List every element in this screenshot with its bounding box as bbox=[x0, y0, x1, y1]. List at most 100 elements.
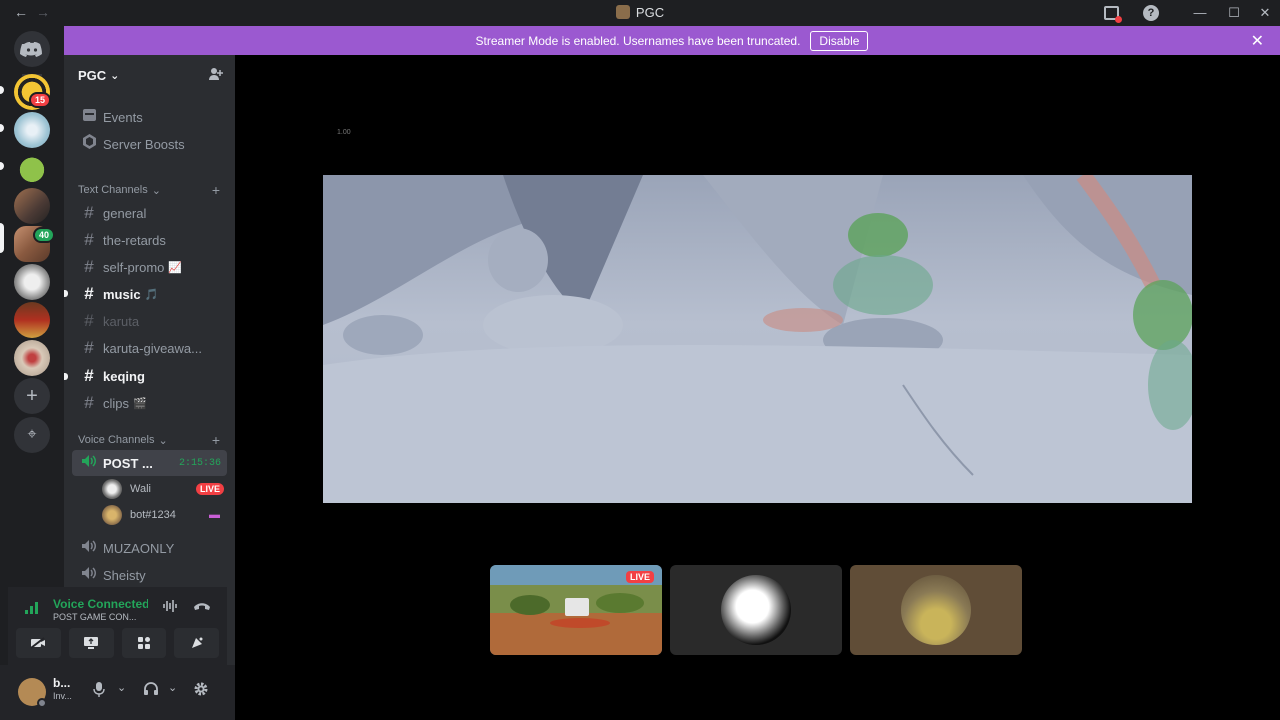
explore-icon[interactable]: ⌖ bbox=[14, 417, 50, 453]
chevron-down-icon[interactable]: ⌄ bbox=[168, 681, 177, 694]
category-label: Voice Channels bbox=[78, 434, 155, 446]
guild-icon bbox=[615, 5, 630, 19]
voice-channel-name[interactable]: POST GAME CON... bbox=[53, 612, 148, 622]
streamer-mode-banner: Streamer Mode is enabled. Usernames have… bbox=[64, 26, 1280, 55]
voice-user[interactable]: Wali LIVE bbox=[102, 477, 224, 501]
selected-pill bbox=[0, 223, 4, 253]
add-server-icon[interactable]: + bbox=[14, 378, 50, 414]
hash-icon: # bbox=[84, 257, 94, 276]
voice-channel-muzaonly[interactable]: MUZAONLY bbox=[72, 535, 227, 561]
clapper-emoji-icon: 🎬 bbox=[133, 397, 147, 410]
chevron-down-icon: ⌄ bbox=[110, 69, 120, 82]
channel-karuta[interactable]: # karuta bbox=[72, 308, 227, 334]
channel-label: karuta bbox=[103, 313, 140, 329]
user-name[interactable]: b... bbox=[53, 676, 70, 690]
live-badge: LIVE bbox=[195, 483, 224, 495]
settings-gear-icon[interactable] bbox=[193, 681, 209, 700]
headphones-icon[interactable] bbox=[143, 681, 159, 699]
channel-self-promo[interactable]: # self-promo 📈 bbox=[72, 254, 227, 280]
voice-channels-category[interactable]: Voice Channels ⌄ + bbox=[78, 431, 228, 449]
create-channel-icon[interactable]: + bbox=[212, 182, 220, 198]
soundboard-button[interactable] bbox=[174, 628, 219, 658]
disconnect-icon[interactable] bbox=[193, 599, 211, 614]
hash-icon: # bbox=[84, 230, 94, 249]
channel-label: clips bbox=[103, 395, 130, 411]
help-icon[interactable]: ? bbox=[1143, 5, 1159, 21]
invite-icon[interactable] bbox=[209, 67, 223, 84]
channel-clips[interactable]: # clips 🎬 bbox=[72, 390, 227, 416]
music-note-icon: 🎵 bbox=[144, 288, 159, 301]
hash-icon: # bbox=[84, 338, 94, 357]
unread-pill bbox=[0, 86, 4, 94]
activities-button[interactable] bbox=[121, 628, 167, 658]
game-activity-icon: ▬ bbox=[209, 509, 220, 521]
voice-channel-sheisty[interactable]: Sheisty bbox=[72, 562, 227, 588]
voice-channel-label: POST ... bbox=[103, 455, 153, 471]
server-green-icon[interactable] bbox=[14, 150, 50, 186]
back-arrow-icon[interactable]: ← bbox=[14, 4, 28, 20]
server-cat-icon[interactable] bbox=[14, 340, 50, 376]
events-label: Events bbox=[103, 109, 143, 125]
channel-general[interactable]: # general bbox=[72, 200, 227, 226]
forward-arrow-icon[interactable]: → bbox=[36, 4, 50, 20]
count-badge: 40 bbox=[33, 227, 56, 243]
create-channel-icon[interactable]: + bbox=[212, 432, 220, 448]
channel-the-retards[interactable]: # the-retards bbox=[72, 227, 227, 253]
unread-dot bbox=[64, 373, 68, 380]
voice-user[interactable]: bot#1234 ▬ bbox=[102, 503, 224, 527]
voice-status[interactable]: Voice Connected bbox=[53, 597, 148, 611]
maximize-button[interactable]: ☐ bbox=[1224, 3, 1244, 23]
speaker-icon bbox=[78, 453, 100, 473]
server-art-icon[interactable] bbox=[14, 264, 50, 300]
live-badge: LIVE bbox=[625, 571, 654, 583]
calendar-icon bbox=[78, 107, 100, 127]
server-star-icon[interactable] bbox=[14, 112, 50, 148]
channel-karuta-giveaway[interactable]: # karuta-giveawa... bbox=[72, 335, 227, 361]
disable-streamer-mode-button[interactable]: Disable bbox=[810, 30, 869, 51]
participant-tile[interactable] bbox=[850, 565, 1022, 655]
channel-label: keqing bbox=[103, 368, 145, 384]
server-photo-icon[interactable] bbox=[14, 188, 50, 224]
window-title: PGC bbox=[0, 5, 1280, 20]
noise-suppression-icon[interactable] bbox=[162, 599, 178, 616]
channel-music[interactable]: # music 🎵 bbox=[72, 281, 227, 307]
channel-label: karuta-giveawa... bbox=[103, 340, 202, 356]
close-button[interactable]: ✕ bbox=[1255, 3, 1275, 23]
home-discord-icon[interactable] bbox=[14, 31, 50, 67]
inbox-icon[interactable] bbox=[1104, 6, 1122, 23]
voice-action-buttons bbox=[16, 628, 219, 658]
user-panel: b... Inv... ⌄ ⌄ bbox=[0, 665, 235, 720]
server-boosts-item[interactable]: Server Boosts bbox=[72, 131, 227, 157]
banner-text: Streamer Mode is enabled. Usernames have… bbox=[475, 33, 801, 48]
category-label: Text Channels bbox=[78, 184, 148, 196]
hash-icon: # bbox=[84, 366, 94, 385]
chevron-down-icon[interactable]: ⌄ bbox=[117, 681, 126, 694]
speaker-icon bbox=[78, 538, 100, 558]
mention-badge: 15 bbox=[29, 92, 52, 108]
channel-keqing[interactable]: # keqing bbox=[72, 363, 227, 389]
screen-share-button[interactable] bbox=[68, 628, 114, 658]
signal-icon[interactable] bbox=[24, 600, 40, 614]
stream-tile[interactable]: LIVE bbox=[490, 565, 662, 655]
channel-label: self-promo bbox=[103, 259, 165, 275]
hash-icon: # bbox=[84, 203, 94, 222]
avatar bbox=[721, 575, 791, 645]
voice-user-name: bot#1234 bbox=[130, 509, 176, 521]
user-status-text[interactable]: Inv... bbox=[53, 691, 72, 701]
hash-icon: # bbox=[84, 393, 94, 412]
text-channels-category[interactable]: Text Channels ⌄ + bbox=[78, 181, 228, 199]
banner-close-icon[interactable]: ✕ bbox=[1251, 31, 1264, 51]
server-gens-icon[interactable] bbox=[14, 302, 50, 338]
guild-header[interactable]: PGC ⌄ bbox=[64, 55, 235, 95]
participant-tile[interactable] bbox=[670, 565, 842, 655]
events-item[interactable]: Events bbox=[72, 104, 227, 130]
voice-channel-post[interactable]: POST ... 2:15:36 bbox=[72, 450, 227, 476]
microphone-icon[interactable] bbox=[93, 681, 105, 700]
guild-name: PGC bbox=[78, 67, 107, 83]
speaker-icon bbox=[78, 565, 100, 585]
stream-video[interactable] bbox=[323, 175, 1192, 503]
hash-icon: # bbox=[84, 311, 94, 330]
camera-off-button[interactable] bbox=[16, 628, 61, 658]
unread-dot bbox=[64, 290, 68, 297]
minimize-button[interactable]: — bbox=[1190, 3, 1210, 23]
